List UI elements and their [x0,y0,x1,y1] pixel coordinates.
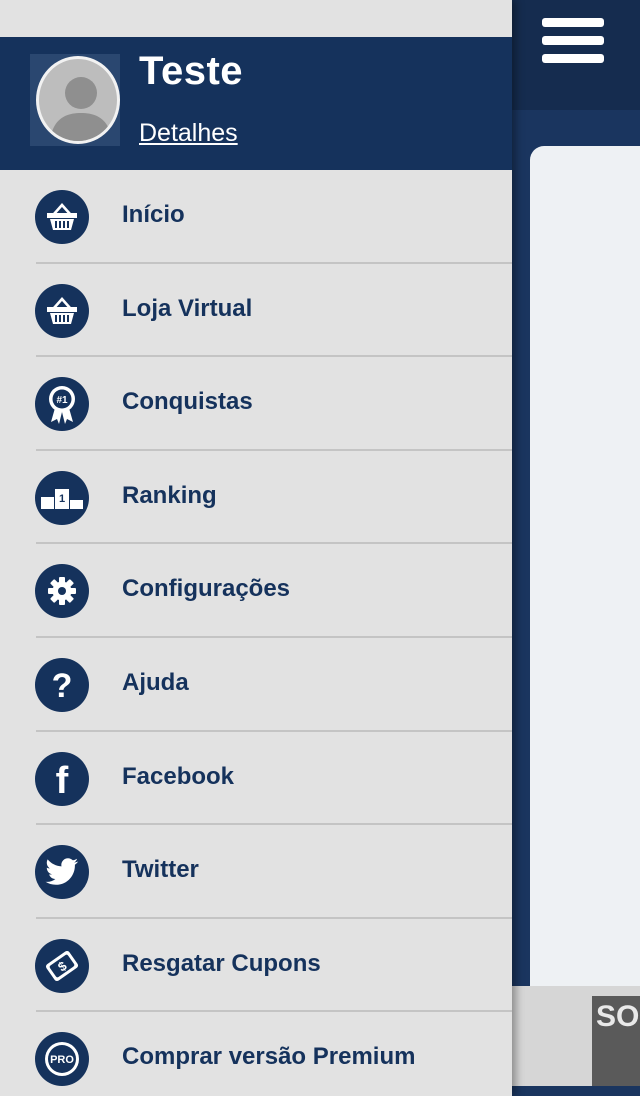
menu-item-label: Conquistas [122,388,253,416]
background-app: SO [512,0,640,1096]
facebook-icon: f [35,751,89,806]
details-link[interactable]: Detalhes [139,119,238,148]
avatar-frame [30,54,120,146]
menu-item-loja-virtual[interactable]: Loja Virtual [0,264,512,358]
svg-text:f: f [56,761,69,797]
menu-item-label: Resgatar Cupons [122,949,321,977]
menu-item-inicio[interactable]: Início [0,170,512,264]
profile-name: Teste [139,49,244,93]
user-silhouette-icon [49,77,113,141]
ad-text: SO [596,1000,640,1033]
avatar[interactable] [36,56,120,144]
pro-badge-icon: PRO [35,1032,89,1087]
svg-text:?: ? [52,668,73,702]
content-card [530,146,640,986]
menu-item-ranking[interactable]: 1 Ranking [0,451,512,545]
podium-icon: 1 [35,470,89,525]
menu-item-label: Comprar versão Premium [122,1043,416,1071]
menu-item-twitter[interactable]: Twitter [0,825,512,919]
svg-text:1: 1 [59,493,65,505]
menu-item-label: Ranking [122,481,217,509]
menu-item-configuracoes[interactable]: Configurações [0,544,512,638]
basket-icon [35,283,89,338]
menu-item-resgatar-cupons[interactable]: $ Resgatar Cupons [0,919,512,1013]
gear-icon [35,564,89,619]
drawer-menu: Início Loja Virtual #1 Conquistas 1 Rank… [0,170,512,1096]
menu-item-label: Configurações [122,575,291,603]
menu-item-ajuda[interactable]: ? Ajuda [0,638,512,732]
menu-item-comprar-premium[interactable]: PRO Comprar versão Premium [0,1012,512,1096]
svg-text:PRO: PRO [50,1054,74,1066]
profile-header: Teste Detalhes [0,37,512,170]
menu-item-label: Facebook [122,762,235,790]
menu-item-label: Início [122,201,185,228]
svg-text:#1: #1 [56,395,68,406]
coupon-icon: $ [35,938,89,993]
menu-item-facebook[interactable]: f Facebook [0,732,512,826]
ad-image: SO [592,996,640,1086]
menu-item-label: Ajuda [122,668,189,696]
app-toolbar [512,0,640,110]
menu-item-conquistas[interactable]: #1 Conquistas [0,357,512,451]
ad-banner[interactable]: SO [512,986,640,1086]
navigation-drawer: Teste Detalhes Início Loja Virtual #1 Co… [0,0,512,1096]
twitter-bird-icon [35,845,89,900]
menu-item-label: Twitter [122,856,199,884]
menu-item-label: Loja Virtual [122,294,253,322]
basket-icon [35,190,89,244]
question-icon: ? [35,657,89,712]
award-ribbon-icon: #1 [35,377,89,432]
status-strip [0,0,512,37]
hamburger-menu-icon[interactable] [542,18,604,74]
